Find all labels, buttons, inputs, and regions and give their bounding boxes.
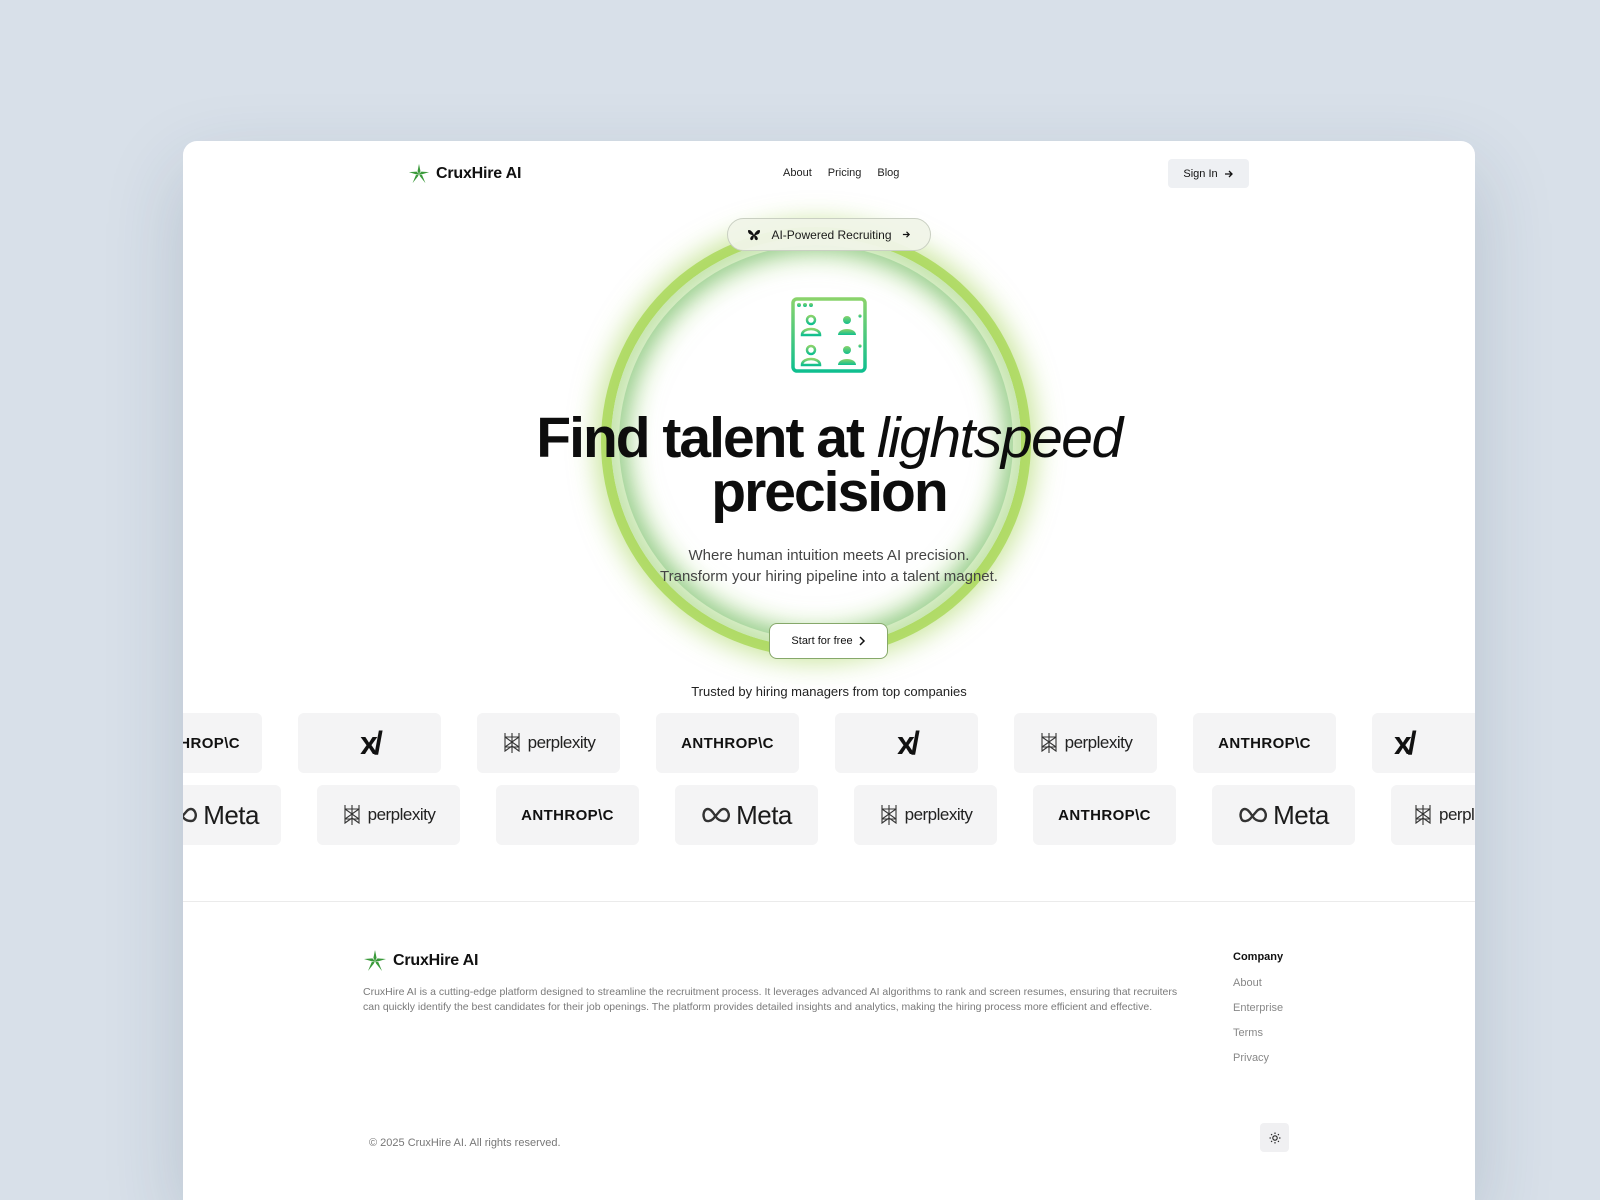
perplexity-mark-icon [344,805,360,825]
meta-logo: Meta [183,800,259,831]
company-logo-card: ANTHROP\C [183,713,262,773]
company-logo-card: perplexity [317,785,460,845]
footer-divider [183,901,1475,902]
start-for-free-button[interactable]: Start for free [769,623,888,659]
perplexity-logo: perplexity [342,804,436,826]
copyright-text: © 2025 CruxHire AI. All rights reserved. [369,1137,561,1149]
footer-link-terms[interactable]: Terms [1233,1027,1283,1039]
meta-logo: Meta [1238,800,1329,831]
company-logo-card: perplexity [854,785,997,845]
perplexity-logo: perplexity [502,732,596,754]
sign-in-label: Sign In [1183,167,1218,180]
ai-recruiting-badge[interactable]: AI-Powered Recruiting [727,218,931,251]
footer-link-about[interactable]: About [1233,977,1283,989]
perplexity-wordmark: perplexity [904,805,973,824]
theme-toggle-button[interactable] [1260,1123,1289,1152]
perplexity-wordmark: perplexity [527,733,596,752]
company-logo-card: Meta [675,785,818,845]
nav-link-blog[interactable]: Blog [877,167,899,179]
arrow-right-icon [1224,170,1233,177]
company-logo-card: Meta [183,785,281,845]
anthropic-logo: ANTHROP\C [521,806,614,824]
perplexity-logo: perplexity [1413,804,1475,826]
sun-icon [1269,1132,1280,1143]
footer-company-column: Company About Enterprise Terms Privacy [1233,951,1283,1077]
brand-name: CruxHire AI [436,165,522,182]
meta-infinity-icon [183,807,198,823]
browser-window: CruxHire AI About Pricing Blog Sign In A… [183,141,1475,1200]
subheading-line1: Where human intuition meets AI precision… [688,547,970,564]
company-logo-card: x/ [835,713,978,773]
video-interview-grid-icon [791,297,867,373]
sign-in-button[interactable]: Sign In [1168,159,1249,188]
company-logo-card: perplexity [1391,785,1475,845]
perplexity-wordmark: perplexity [1439,805,1475,824]
perplexity-mark-icon [1041,733,1057,753]
butterfly-icon [748,229,761,240]
nav-link-pricing[interactable]: Pricing [828,167,862,179]
perplexity-logo: perplexity [1039,732,1133,754]
arrow-right-icon [902,231,910,238]
company-logo-card: perplexity [1014,713,1157,773]
company-logo-card: ANTHROP\C [496,785,639,845]
anthropic-logo: ANTHROP\C [681,734,774,752]
xai-logo: x/ [897,724,920,761]
xai-logo: x/ [360,724,383,761]
meta-infinity-icon [1239,807,1268,823]
subheading-line2: Transform your hiring pipeline into a ta… [660,568,998,585]
company-logo-card: x/ [1372,713,1475,773]
company-logo-card: x/ [298,713,441,773]
company-logo-card: perplexity [477,713,620,773]
asterisk-logo-icon [364,950,386,971]
perplexity-wordmark: perplexity [367,805,436,824]
company-logo-card: ANTHROP\C [1193,713,1336,773]
perplexity-mark-icon [504,733,520,753]
cta-label: Start for free [791,635,853,647]
chevron-right-icon [859,636,865,646]
footer-link-privacy[interactable]: Privacy [1233,1052,1283,1064]
perplexity-mark-icon [1415,805,1431,825]
badge-label: AI-Powered Recruiting [771,227,892,242]
anthropic-logo: ANTHROP\C [1218,734,1311,752]
perplexity-wordmark: perplexity [1064,733,1133,752]
perplexity-logo: perplexity [879,804,973,826]
footer-brand-name: CruxHire AI [393,952,479,969]
nav-link-about[interactable]: About [783,167,812,179]
company-logo-card: Meta [1212,785,1355,845]
footer-link-enterprise[interactable]: Enterprise [1233,1002,1283,1014]
top-nav: CruxHire AI About Pricing Blog Sign In [183,141,1475,207]
footer-company-title: Company [1233,951,1284,963]
headline-line2: precision [711,460,948,524]
logo-row-2: Meta perplexity ANTHROP\C Meta perplexity ANT… [183,785,1475,845]
hero-subheading: Where human intuition meets AI precision… [183,545,1475,587]
logo-row-1: ANTHROP\C x/perplexity ANTHROP\C x/perplexi… [183,713,1475,773]
anthropic-logo: ANTHROP\C [1058,806,1151,824]
asterisk-logo-icon [408,163,430,184]
company-logo-card: ANTHROP\C [656,713,799,773]
footer-brand-logo[interactable]: CruxHire AI [363,949,478,973]
trusted-by-label: Trusted by hiring managers from top comp… [691,684,967,699]
brand-logo[interactable]: CruxHire AI [408,163,521,185]
meta-wordmark: Meta [203,799,259,830]
nav-links: About Pricing Blog [783,167,899,179]
meta-logo: Meta [701,800,792,831]
company-logo-card: ANTHROP\C [1033,785,1176,845]
footer-description: CruxHire AI is a cutting-edge platform d… [363,986,1178,1013]
meta-wordmark: Meta [1273,799,1329,830]
perplexity-mark-icon [881,805,897,825]
anthropic-logo: ANTHROP\C [183,734,240,752]
hero-headline: Find talent at lightspeed precision [183,410,1475,521]
xai-logo: x/ [1394,724,1417,761]
meta-wordmark: Meta [736,799,792,830]
meta-infinity-icon [702,807,731,823]
